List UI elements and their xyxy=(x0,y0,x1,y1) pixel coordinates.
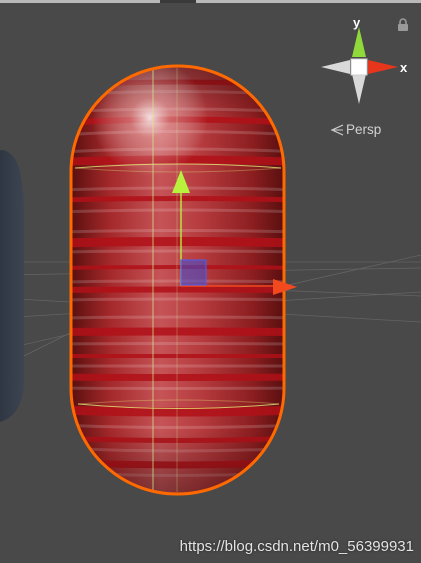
gizmo-x-label: x xyxy=(400,60,408,75)
capsule-object[interactable] xyxy=(60,64,300,496)
perspective-icon xyxy=(330,123,344,136)
projection-toggle[interactable]: Persp xyxy=(330,121,381,137)
gizmo-y-cone[interactable] xyxy=(352,27,366,57)
lock-icon[interactable] xyxy=(397,18,409,32)
background-object[interactable] xyxy=(0,150,24,422)
projection-label: Persp xyxy=(346,121,382,137)
scene-viewport[interactable]: y x Persp https://blog.csdn.net/m0_56399… xyxy=(0,0,421,563)
gizmo-y-label: y xyxy=(353,15,361,30)
wood-stripes xyxy=(71,66,284,494)
gizmo-center-cube[interactable] xyxy=(350,58,368,76)
gizmo-neg-y-cone[interactable] xyxy=(352,74,366,104)
gizmo-neg-x-cone[interactable] xyxy=(321,60,350,74)
xy-plane-handle[interactable] xyxy=(180,259,207,286)
watermark-text: https://blog.csdn.net/m0_56399931 xyxy=(179,538,414,555)
gizmo-x-cone[interactable] xyxy=(368,60,398,74)
